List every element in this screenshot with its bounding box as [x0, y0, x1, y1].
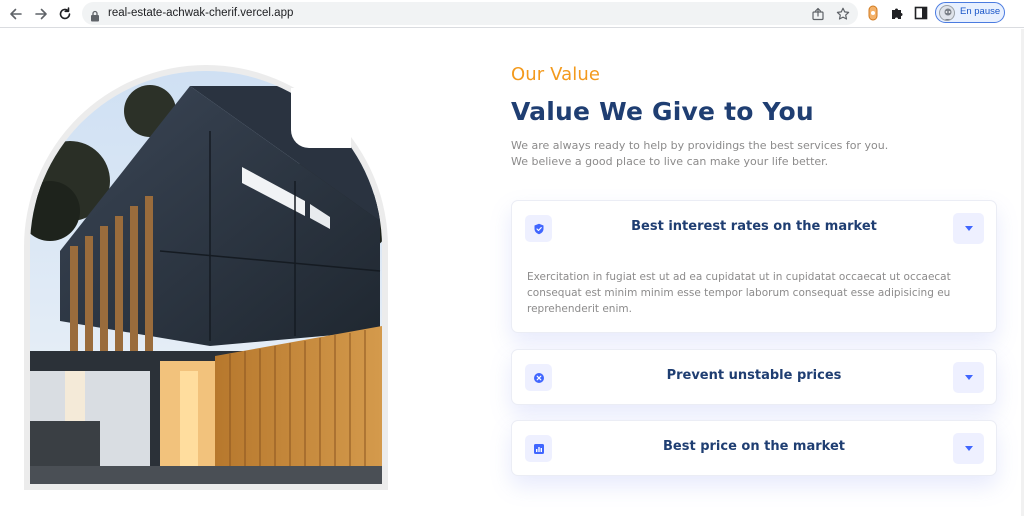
caret-down-icon: [964, 375, 973, 380]
accordion-toggle-button[interactable]: [953, 362, 984, 393]
side-panel-icon[interactable]: [913, 5, 929, 21]
accordion-item-best-price: Best price on the market: [511, 420, 997, 476]
accordion-header[interactable]: Best interest rates on the market: [512, 201, 996, 256]
caret-down-icon: [964, 446, 973, 451]
accordion-title: Best interest rates on the market: [631, 219, 877, 234]
star-icon[interactable]: [835, 6, 851, 22]
accordion-body: Exercitation in fugiat est ut ad ea cupi…: [527, 271, 951, 315]
accordion-item-interest-rates: Best interest rates on the market Exerci…: [511, 200, 997, 333]
reload-button[interactable]: [55, 4, 75, 24]
puzzle-icon[interactable]: [889, 5, 905, 21]
accordion-title: Best price on the market: [662, 439, 845, 454]
url-text: real-estate-achwak-cherif.vercel.app: [108, 7, 294, 19]
back-button[interactable]: [6, 4, 26, 24]
profile-status-text: En pause: [960, 6, 1001, 17]
accordion-title: Prevent unstable prices: [666, 368, 842, 383]
description-line: We believe a good place to live can make…: [511, 155, 829, 168]
section-eyebrow: Our Value: [511, 64, 601, 85]
caret-down-icon: [964, 226, 973, 231]
accordion-header[interactable]: Best price on the market: [512, 421, 996, 476]
address-bar[interactable]: real-estate-achwak-cherif.vercel.app: [82, 2, 858, 25]
extension-icon[interactable]: [865, 5, 881, 21]
section-heading: Value We Give to You: [511, 97, 814, 126]
arrow-left-icon: [10, 8, 22, 20]
description-line: We are always ready to help by providing…: [511, 139, 889, 152]
section-description: We are always ready to help by providing…: [511, 138, 931, 170]
avatar: [939, 5, 955, 21]
accordion-toggle-button[interactable]: [953, 213, 984, 244]
share-icon[interactable]: [810, 6, 826, 22]
accordion-header[interactable]: Prevent unstable prices: [512, 350, 996, 405]
profile-button[interactable]: En pause: [935, 2, 1005, 23]
accordion-item-unstable-prices: Prevent unstable prices: [511, 349, 997, 405]
browser-toolbar: real-estate-achwak-cherif.vercel.app En …: [0, 0, 1024, 28]
shield-check-icon: [525, 215, 552, 242]
x-circle-icon: [525, 364, 552, 391]
chart-bar-icon: [525, 435, 552, 462]
accordion-toggle-button[interactable]: [953, 433, 984, 464]
reload-icon: [59, 7, 71, 20]
image-corner-cutout: [291, 88, 351, 148]
forward-button[interactable]: [31, 4, 51, 24]
lock-icon: [90, 7, 100, 26]
arrow-right-icon: [35, 8, 47, 20]
